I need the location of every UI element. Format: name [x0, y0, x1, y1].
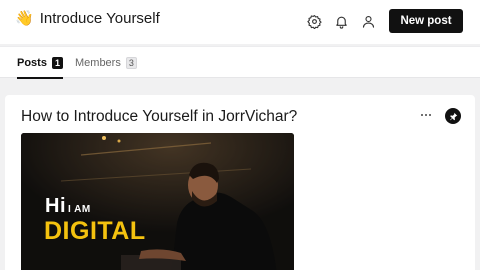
more-dot-icon [429, 114, 431, 116]
page-title-group: 👋 Introduce Yourself [15, 9, 160, 29]
more-options-button[interactable] [418, 108, 434, 122]
notifications-button[interactable] [332, 12, 350, 30]
profile-button[interactable] [359, 12, 377, 30]
more-dot-icon [425, 114, 427, 116]
posts-count-badge: 1 [51, 56, 63, 69]
pin-button[interactable] [445, 108, 461, 124]
tab-posts-label: Posts [17, 56, 47, 69]
post-card[interactable]: How to Introduce Yourself in JorrVichar? [5, 95, 475, 270]
tab-bar: Posts 1 Members 3 [0, 46, 480, 79]
waving-hand-icon: 👋 [15, 10, 34, 27]
user-icon [362, 15, 374, 28]
page-title: Introduce Yourself [39, 10, 160, 27]
more-dot-icon [421, 114, 423, 116]
settings-button[interactable] [305, 12, 323, 30]
tab-members-label: Members [75, 56, 121, 69]
post-title[interactable]: How to Introduce Yourself in JorrVichar? [21, 107, 297, 127]
tab-members[interactable]: Members 3 [75, 47, 137, 78]
thumbnail-digital-text: DIGITAL [44, 217, 146, 245]
bell-icon [335, 16, 347, 29]
settings-icon [306, 14, 322, 29]
members-count-badge: 3 [125, 56, 137, 69]
new-post-button[interactable]: New post [389, 9, 463, 33]
post-thumbnail[interactable]: Hi I AM DIGITAL [21, 133, 294, 270]
thumbnail-hi: Hi [45, 195, 66, 217]
thumbnail-iam: I AM [68, 204, 91, 215]
tab-posts[interactable]: Posts 1 [17, 47, 63, 79]
top-bar: 👋 Introduce Yourself New post [0, 0, 480, 44]
pin-icon [449, 112, 457, 120]
